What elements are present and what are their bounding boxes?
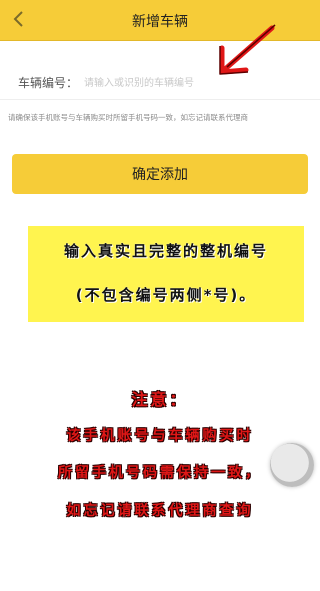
floating-assistive-button[interactable] xyxy=(270,443,314,487)
instruction-line-1: 输入真实且完整的整机编号 xyxy=(63,242,268,260)
account-hint-text: 请确保该手机账号与车辆购买时所留手机号码一致，如忘记请联系代理商 xyxy=(8,113,248,122)
notice-line-1: 该手机账号与车辆购买时 xyxy=(66,428,254,444)
instruction-banner: 输入真实且完整的整机编号 (不包含编号两侧*号)。 xyxy=(28,226,304,322)
instruction-line-2: (不包含编号两侧*号)。 xyxy=(75,286,257,304)
red-arrow-annotation xyxy=(219,24,276,75)
plate-number-input[interactable] xyxy=(82,72,306,94)
field-divider xyxy=(0,99,320,100)
plate-number-row: 车辆编号： xyxy=(18,72,308,94)
confirm-add-button[interactable]: 确定添加 xyxy=(12,154,308,194)
notice-line-3: 如忘记请联系代理商查询 xyxy=(66,503,254,519)
notice-title: 注意： xyxy=(131,390,189,409)
plate-number-label: 车辆编号： xyxy=(18,76,79,90)
